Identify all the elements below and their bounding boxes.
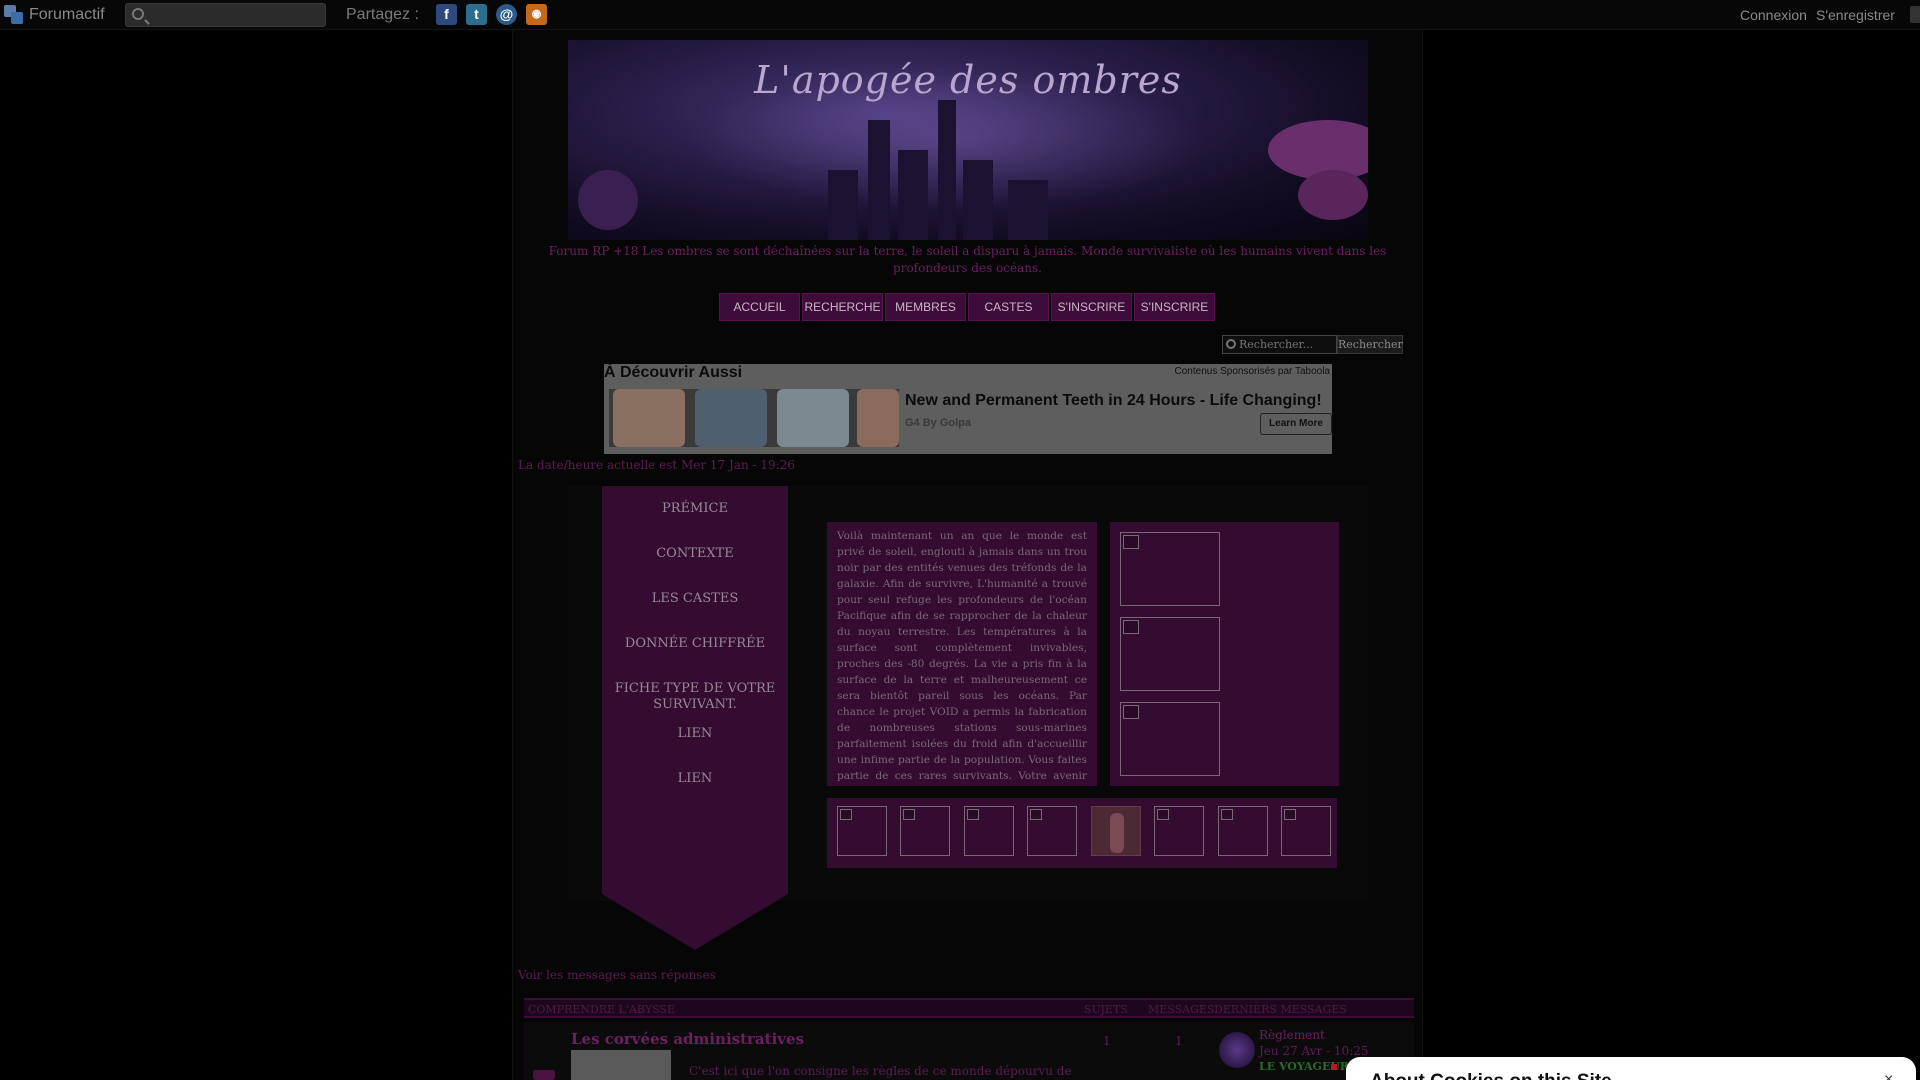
menu-contexte[interactable]: CONTEXTE xyxy=(602,546,788,562)
rss-icon[interactable]: ◉ xyxy=(526,4,547,25)
toolbar-toggle-icon[interactable] xyxy=(1910,6,1920,23)
unanswered-link[interactable]: Voir les messages sans réponses xyxy=(518,968,716,982)
thumbnail-strip xyxy=(827,798,1337,868)
category-title[interactable]: COMPRENDRE L'ABYSSE xyxy=(528,1003,675,1016)
nav-sinscrire-2[interactable]: S'INSCRIRE xyxy=(1134,293,1215,321)
banner-title: L'apogée des ombres xyxy=(754,58,1182,102)
ad-sponsor[interactable]: Contenus Sponsorisés par Taboola xyxy=(1175,366,1330,377)
nav-sinscrire[interactable]: S'INSCRIRE xyxy=(1051,293,1132,321)
forum-search[interactable] xyxy=(1222,335,1337,354)
cookie-banner: About Cookies on this Site × xyxy=(1346,1057,1916,1080)
thumbnail-link[interactable] xyxy=(837,806,887,856)
close-icon[interactable]: × xyxy=(1884,1071,1893,1080)
toolbar-search-input[interactable] xyxy=(152,7,322,23)
col-last-posts: DERNIERS MESSAGES xyxy=(1214,1003,1347,1016)
image-link[interactable] xyxy=(1120,532,1220,606)
avatar[interactable] xyxy=(1219,1032,1255,1068)
message-count: 1 xyxy=(1175,1034,1183,1048)
image-link[interactable] xyxy=(1120,702,1220,776)
image-link[interactable] xyxy=(1120,617,1220,691)
thumbnail-link[interactable] xyxy=(964,806,1014,856)
forum-status-icon xyxy=(533,1070,555,1080)
image-links-panel xyxy=(1110,522,1339,786)
register-link[interactable]: S'enregistrer xyxy=(1816,7,1895,23)
forum-image xyxy=(571,1050,671,1080)
sponsored-ad[interactable]: À Découvrir Aussi Contenus Sponsorisés p… xyxy=(604,364,1332,454)
toolbar-search[interactable] xyxy=(125,3,326,27)
forum-description-text: C'est ici que l'on consigne les règles d… xyxy=(689,1064,1072,1078)
nav-accueil[interactable]: ACCUEIL xyxy=(719,293,800,321)
twitter-icon[interactable]: t xyxy=(466,4,487,25)
category-header: COMPRENDRE L'ABYSSE SUJETS MESSAGES DERN… xyxy=(524,998,1414,1018)
story-panel[interactable]: Voilà maintenant un an que le monde est … xyxy=(827,522,1097,786)
search-icon xyxy=(1226,339,1236,349)
top-toolbar: Forumactif Partagez : f t @ ◉ Connexion … xyxy=(0,0,1920,30)
email-icon[interactable]: @ xyxy=(496,4,517,25)
login-link[interactable]: Connexion xyxy=(1740,7,1807,23)
last-post-title[interactable]: Règlement xyxy=(1259,1028,1325,1042)
current-datetime: La date/heure actuelle est Mer 17 Jan - … xyxy=(518,458,795,472)
forum-banner[interactable]: L'apogée des ombres xyxy=(568,40,1368,240)
facebook-icon[interactable]: f xyxy=(436,4,457,25)
forum-title[interactable]: Les corvées administratives xyxy=(571,1030,804,1048)
menu-lien-1[interactable]: LIEN xyxy=(602,726,788,742)
ad-title[interactable]: New and Permanent Teeth in 24 Hours - Li… xyxy=(905,392,1322,410)
menu-les-castes[interactable]: LES CASTES xyxy=(602,591,788,607)
share-label: Partagez : xyxy=(346,6,419,23)
thumbnail-link[interactable] xyxy=(1027,806,1077,856)
menu-premice[interactable]: PRÉMICE xyxy=(602,501,788,517)
forum-row: Les corvées administratives C'est ici qu… xyxy=(524,1022,1414,1080)
ad-learn-more-button[interactable]: Learn More xyxy=(1260,413,1332,435)
thumbnail-link[interactable] xyxy=(1154,806,1204,856)
topic-count: 1 xyxy=(1103,1034,1111,1048)
menu-lien-2[interactable]: LIEN xyxy=(602,771,788,787)
col-topics: SUJETS xyxy=(1084,1003,1128,1016)
thumbnail-photo[interactable] xyxy=(1091,806,1141,856)
goto-last-post-icon[interactable] xyxy=(1331,1064,1337,1070)
menu-donnee-chiffree[interactable]: DONNÉE CHIFFRÉE xyxy=(602,636,788,652)
menu-fiche-type[interactable]: FICHE TYPE DE VOTRE SURVIVANT. xyxy=(612,681,778,713)
last-post-date: Jeu 27 Avr - 10:25 xyxy=(1259,1044,1369,1058)
brand-name[interactable]: Forumactif xyxy=(29,6,105,24)
thumbnail-link[interactable] xyxy=(1281,806,1331,856)
ad-source: G4 By Golpa xyxy=(905,417,972,429)
cookie-title: About Cookies on this Site xyxy=(1370,1071,1612,1080)
nav-membres[interactable]: MEMBRES xyxy=(885,293,966,321)
forum-search-button[interactable]: Rechercher xyxy=(1337,335,1403,354)
nav-recherche[interactable]: RECHERCHE xyxy=(802,293,883,321)
ad-heading: À Découvrir Aussi xyxy=(604,364,743,381)
ad-image[interactable] xyxy=(609,389,899,447)
thumbnail-link[interactable] xyxy=(1218,806,1268,856)
col-messages: MESSAGES xyxy=(1148,1003,1215,1016)
story-text: Voilà maintenant un an que le monde est … xyxy=(837,530,1087,782)
thumbnail-link[interactable] xyxy=(900,806,950,856)
search-icon xyxy=(132,8,144,20)
forum-search-input[interactable] xyxy=(1239,337,1334,352)
nav-castes[interactable]: CASTES xyxy=(968,293,1049,321)
forum-description: Forum RP +18 Les ombres se sont déchaîné… xyxy=(548,244,1387,275)
forumactif-logo-icon[interactable] xyxy=(4,5,24,25)
widget-menu-tip xyxy=(602,894,788,950)
